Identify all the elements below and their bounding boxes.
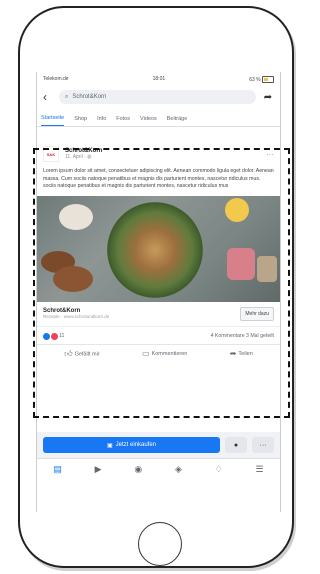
menu-icon[interactable]: ☰	[256, 464, 264, 475]
tab-startseite[interactable]: Startseite	[41, 115, 65, 126]
more-button[interactable]: ···	[252, 437, 274, 453]
bag-icon: ▣	[106, 442, 113, 449]
post-actions: 👍︎ Gefällt mir ▭ Kommentieren ➦ Teilen	[37, 343, 280, 363]
love-reaction-icon	[51, 332, 58, 340]
post-card: S&K Schrot&Korn 11. April · ◍ ··· Lorem …	[37, 140, 280, 363]
news-feed-icon[interactable]: ▤	[53, 464, 62, 475]
comment-label: Kommentieren	[151, 350, 188, 357]
post-date-text: 11. April	[65, 154, 83, 160]
like-reaction-icon	[43, 332, 50, 340]
groups-icon[interactable]: ◈	[175, 464, 182, 475]
learn-more-button[interactable]: Mehr dazu	[240, 306, 274, 321]
jar-shape	[227, 247, 255, 280]
search-row: ‹ ⌕ Schrot&Korn ➦	[37, 86, 280, 108]
comment-icon: ▭	[142, 348, 150, 358]
cta-subtitle: Rezepte · www.schrotundkorn.de	[43, 314, 110, 319]
battery-label: 63 %	[249, 76, 261, 83]
profile-icon[interactable]: ◉	[134, 464, 142, 475]
tab-fotos[interactable]: Fotos	[116, 116, 130, 126]
share-label: Teilen	[238, 350, 253, 357]
globe-icon: ◍	[87, 154, 92, 160]
more-icon: ···	[259, 441, 267, 449]
reaction-count[interactable]: 11	[59, 333, 64, 339]
thumbs-up-icon: 👍︎	[64, 348, 73, 358]
link-cta-bar[interactable]: Schrot&Korn Rezepte · www.schrotundkorn.…	[37, 302, 280, 327]
carrier-label: Telekom.de	[43, 76, 69, 82]
notifications-icon[interactable]: ♢	[215, 464, 223, 475]
buy-row: ▣ Jetzt einkaufen ● ···	[37, 432, 280, 458]
search-icon: ⌕	[65, 93, 69, 100]
share-arrow-icon[interactable]: ➦	[262, 92, 274, 103]
share-button[interactable]: ➦ Teilen	[230, 349, 253, 359]
messenger-icon: ●	[233, 441, 239, 449]
jar-shape	[257, 255, 277, 282]
tab-shop[interactable]: Shop	[74, 116, 87, 126]
comments-shares-count[interactable]: 4 Kommentare 3 Mal geteilt	[211, 333, 274, 339]
battery-icon	[261, 75, 274, 83]
status-bar: Telekom.de 18:01 63 %	[37, 72, 280, 86]
search-query: Schrot&Korn	[72, 94, 107, 100]
wooden-spoon-shape	[53, 265, 93, 292]
screen: Telekom.de 18:01 63 % ‹ ⌕ Schrot&Korn ➦ …	[36, 72, 281, 512]
lemon-shape	[225, 197, 249, 222]
like-button[interactable]: 👍︎ Gefällt mir	[64, 349, 99, 359]
tab-info[interactable]: Info	[97, 116, 106, 126]
comment-button[interactable]: ▭ Kommentieren	[142, 349, 187, 359]
more-options-icon[interactable]: ···	[266, 150, 274, 159]
shop-now-label: Jetzt einkaufen	[115, 442, 157, 448]
search-input[interactable]: ⌕ Schrot&Korn	[59, 90, 256, 104]
salad-bowl-shape	[107, 201, 203, 298]
post-date: 11. April · ◍	[65, 154, 92, 160]
shop-now-button[interactable]: ▣ Jetzt einkaufen	[43, 437, 220, 453]
post-header: S&K Schrot&Korn 11. April · ◍ ···	[37, 140, 280, 166]
bottom-nav: ▤ ▶ ◉ ◈ ♢ ☰	[37, 458, 280, 479]
watch-icon[interactable]: ▶	[95, 464, 102, 475]
avatar-text: S&K	[46, 151, 56, 157]
messenger-button[interactable]: ●	[225, 437, 247, 453]
small-bowl-shape	[59, 203, 93, 230]
post-text: Lorem ipsum dolor sit amet, consectetuer…	[43, 168, 274, 189]
page-tabs: Startseite Shop Info Fotos Videos Beiträ…	[37, 108, 280, 127]
share-icon: ➦	[229, 348, 237, 358]
page-avatar[interactable]: S&K	[43, 146, 59, 162]
reaction-stats: 11 4 Kommentare 3 Mal geteilt	[37, 327, 280, 344]
tab-beitraege[interactable]: Beiträge	[167, 116, 188, 126]
tab-videos[interactable]: Videos	[140, 116, 157, 126]
home-button[interactable]	[138, 522, 182, 566]
like-label: Gefällt mir	[74, 350, 100, 357]
battery-indicator: 63 %	[249, 75, 274, 83]
post-photo[interactable]	[37, 195, 280, 302]
back-icon[interactable]: ‹	[43, 90, 53, 104]
time-label: 18:01	[152, 76, 166, 82]
